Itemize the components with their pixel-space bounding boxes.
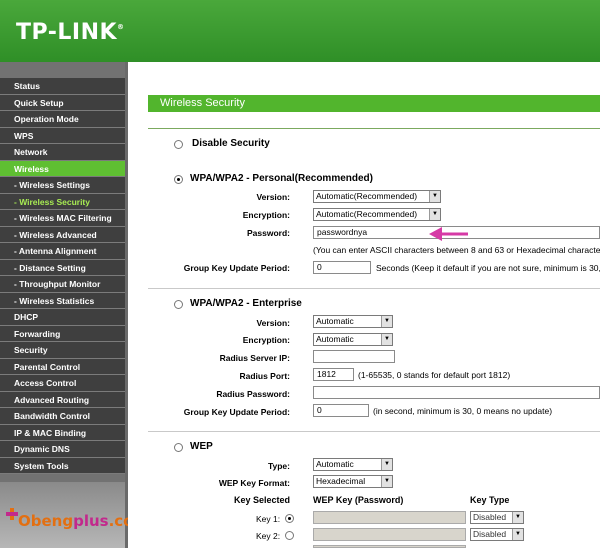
wep-type-label: Type: (267, 461, 290, 471)
menu-distance-setting[interactable]: - Distance Setting (0, 259, 125, 276)
divider (148, 288, 600, 289)
header-bar: TP-LINK® (0, 0, 600, 62)
key1-type-select[interactable]: Disabled ▼ (470, 511, 524, 524)
ent-group-key-input[interactable]: 0 (313, 404, 369, 417)
tp-link-logo: TP-LINK® (16, 20, 125, 45)
key-type-header: Key Type (470, 495, 510, 505)
page-title: Wireless Security (148, 95, 600, 112)
version-label: Version: (256, 192, 290, 202)
menu-antenna-alignment[interactable]: - Antenna Alignment (0, 243, 125, 260)
wep-key-header: WEP Key (Password) (313, 495, 404, 505)
menu-operation-mode[interactable]: Operation Mode (0, 111, 125, 128)
group-key-label: Group Key Update Period: (183, 263, 290, 273)
main-content: Wireless Security Disable Security WPA/W… (128, 62, 600, 548)
key1-label: Key 1: (256, 514, 281, 524)
wep-format-select[interactable]: Hexadecimal ▼ (313, 475, 393, 488)
radius-ip-label: Radius Server IP: (219, 353, 290, 363)
sidebar: Status Quick Setup Operation Mode WPS Ne… (0, 62, 128, 548)
menu-wps[interactable]: WPS (0, 127, 125, 144)
radio-wep[interactable] (174, 443, 183, 452)
disable-security-label: Disable Security (192, 138, 270, 149)
group-key-hint: Seconds (Keep it default if you are not … (376, 263, 600, 273)
menu-wireless-mac-filtering[interactable]: - Wireless MAC Filtering (0, 210, 125, 227)
radius-password-label: Radius Password: (216, 389, 290, 399)
radius-ip-input[interactable] (313, 350, 395, 363)
radius-port-label: Radius Port: (239, 371, 290, 381)
wep-format-label: WEP Key Format: (218, 478, 290, 488)
key2-input[interactable] (313, 528, 466, 541)
menu-quick-setup[interactable]: Quick Setup (0, 94, 125, 111)
menu-wireless-settings[interactable]: - Wireless Settings (0, 177, 125, 194)
key1-input[interactable] (313, 511, 466, 524)
wpa-enterprise-label: WPA/WPA2 - Enterprise (190, 298, 302, 309)
menu-status[interactable]: Status (0, 78, 125, 95)
menu-access-control[interactable]: Access Control (0, 375, 125, 392)
menu-wireless-advanced[interactable]: - Wireless Advanced (0, 226, 125, 243)
wpa-personal-label: WPA/WPA2 - Personal(Recommended) (190, 173, 373, 184)
divider (148, 431, 600, 432)
menu-wireless-security[interactable]: - Wireless Security (0, 193, 125, 210)
password-hint: (You can enter ASCII characters between … (313, 245, 600, 255)
ent-version-label: Version: (256, 318, 290, 328)
ent-encryption-label: Encryption: (242, 335, 290, 345)
encryption-select[interactable]: Automatic(Recommended) ▼ (313, 208, 441, 221)
ent-group-key-hint: (in second, minimum is 30, 0 means no up… (373, 406, 553, 416)
menu-forwarding[interactable]: Forwarding (0, 325, 125, 342)
group-key-input[interactable]: 0 (313, 261, 371, 274)
menu-dynamic-dns[interactable]: Dynamic DNS (0, 441, 125, 458)
divider (148, 128, 600, 129)
menu-throughput-monitor[interactable]: - Throughput Monitor (0, 276, 125, 293)
radio-wpa-personal[interactable] (174, 175, 183, 184)
version-select[interactable]: Automatic(Recommended) ▼ (313, 190, 441, 203)
key2-type-select[interactable]: Disabled ▼ (470, 528, 524, 541)
menu-parental-control[interactable]: Parental Control (0, 358, 125, 375)
radio-wpa-enterprise[interactable] (174, 300, 183, 309)
sidebar-menu: Status Quick Setup Operation Mode WPS Ne… (0, 78, 125, 474)
wep-label: WEP (190, 441, 213, 452)
menu-bandwidth-control[interactable]: Bandwidth Control (0, 408, 125, 425)
encryption-label: Encryption: (242, 210, 290, 220)
menu-system-tools[interactable]: System Tools (0, 457, 125, 474)
wep-type-select[interactable]: Automatic ▼ (313, 458, 393, 471)
menu-dhcp[interactable]: DHCP (0, 309, 125, 326)
menu-wireless-statistics[interactable]: - Wireless Statistics (0, 292, 125, 309)
annotation-arrow-icon (429, 227, 468, 241)
ent-version-select[interactable]: Automatic ▼ (313, 315, 393, 328)
radio-key2[interactable] (285, 531, 294, 540)
menu-security[interactable]: Security (0, 342, 125, 359)
menu-ip-mac-binding[interactable]: IP & MAC Binding (0, 424, 125, 441)
radius-port-hint: (1-65535, 0 stands for default port 1812… (358, 370, 511, 380)
radius-port-input[interactable]: 1812 (313, 368, 354, 381)
key2-label: Key 2: (256, 531, 281, 541)
ent-group-key-label: Group Key Update Period: (183, 407, 290, 417)
password-label: Password: (247, 228, 290, 238)
radius-password-input[interactable] (313, 386, 600, 399)
key-selected-header: Key Selected (233, 495, 290, 505)
radio-disable-security[interactable] (174, 140, 183, 149)
ent-encryption-select[interactable]: Automatic ▼ (313, 333, 393, 346)
menu-wireless[interactable]: Wireless (0, 160, 125, 177)
menu-advanced-routing[interactable]: Advanced Routing (0, 391, 125, 408)
radio-key1[interactable] (285, 514, 294, 523)
menu-network[interactable]: Network (0, 144, 125, 161)
